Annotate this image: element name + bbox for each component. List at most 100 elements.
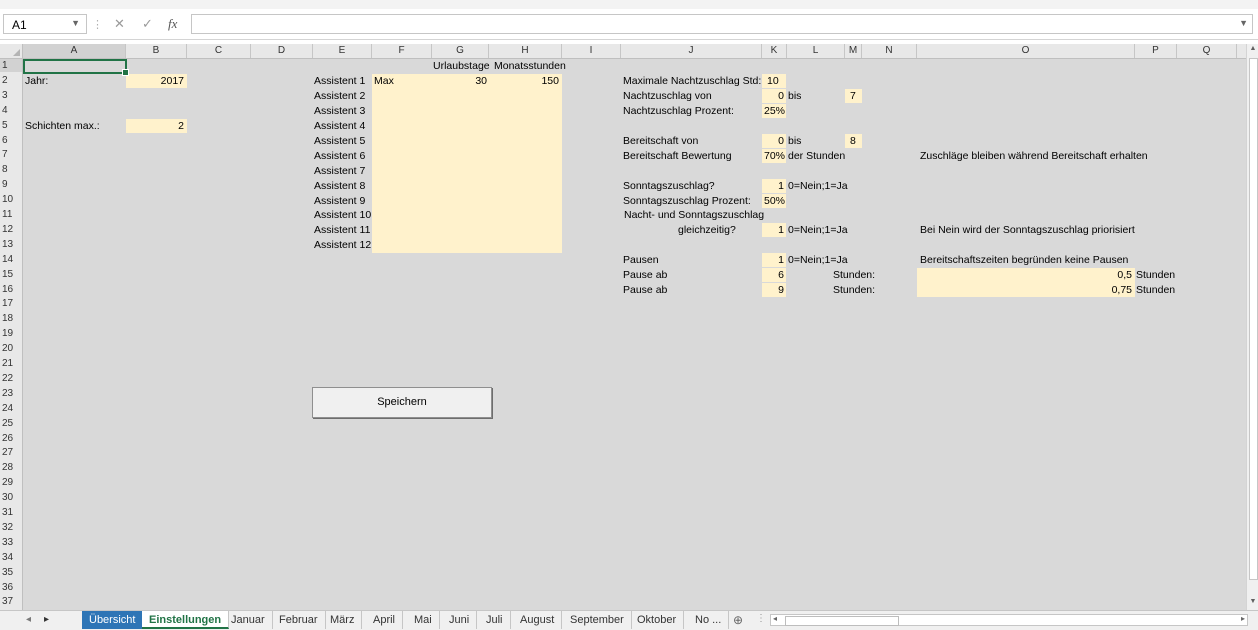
cell-e2[interactable]: Assistent 1 [314,75,365,88]
row-header[interactable]: 17 [0,297,22,310]
cell-o7[interactable]: Zuschläge bleiben während Bereitschaft e… [920,150,1148,163]
cell-e7[interactable]: Assistent 6 [314,150,365,163]
row-header[interactable]: 26 [0,432,22,445]
row-header[interactable]: 15 [0,268,22,281]
chevron-down-icon[interactable]: ▼ [71,18,80,28]
cell-area[interactable]: Urlaubstage Monatsstunden Jahr: 2017 Sch… [23,59,1246,610]
cell-k6[interactable]: 0 [762,135,784,148]
row-header[interactable]: 4 [0,104,22,117]
column-header-m[interactable]: M [845,44,862,58]
row-header[interactable]: 3 [0,89,22,102]
tab-august[interactable]: August [513,611,563,629]
confirm-icon[interactable]: ✓ [142,16,153,32]
row-header[interactable]: 5 [0,119,22,132]
tab-februar[interactable]: Februar [272,611,326,629]
row-header[interactable]: 14 [0,253,22,266]
row-header[interactable]: 23 [0,387,22,400]
row-header[interactable]: 10 [0,193,22,206]
row-header[interactable]: 34 [0,551,22,564]
cell-j16[interactable]: Pause ab [623,284,667,297]
row-header[interactable]: 28 [0,461,22,474]
cell-j9[interactable]: Sonntagszuschlag? [623,180,715,193]
column-header-i[interactable]: I [562,44,621,58]
row-header[interactable]: 27 [0,446,22,459]
cell-j10[interactable]: Sonntagszuschlag Prozent: [623,195,751,208]
column-header-q[interactable]: Q [1177,44,1237,58]
cell-m6[interactable]: 8 [850,135,856,148]
cell-h1[interactable]: Monatsstunden [494,60,566,73]
row-header[interactable]: 32 [0,521,22,534]
select-all-corner[interactable] [0,44,23,58]
cell-j4[interactable]: Nachtzuschlag Prozent: [623,105,734,118]
name-box[interactable]: A1 ▼ [3,14,87,34]
column-header-j[interactable]: J [621,44,762,58]
cell-f2[interactable]: Max [374,75,394,88]
tab-mai[interactable]: Mai [407,611,440,629]
column-header-o[interactable]: O [917,44,1135,58]
row-header[interactable]: 2 [0,74,22,87]
cell-a5[interactable]: Schichten max.: [25,120,100,133]
cell-e5[interactable]: Assistent 4 [314,120,365,133]
cell-k10[interactable]: 50% [764,195,785,208]
cell-m3[interactable]: 7 [850,90,856,103]
vertical-scroll-thumb[interactable] [1249,58,1258,580]
cell-k4[interactable]: 25% [764,105,785,118]
cell-k3[interactable]: 0 [762,90,784,103]
cell-e4[interactable]: Assistent 3 [314,105,365,118]
cell-o14[interactable]: Bereitschaftszeiten begründen keine Paus… [920,254,1128,267]
cell-b5[interactable]: 2 [126,120,184,133]
column-header-h[interactable]: H [489,44,562,58]
assistant-input-block[interactable] [372,74,562,253]
row-header[interactable]: 11 [0,208,22,221]
cell-k15[interactable]: 6 [762,269,784,282]
cancel-icon[interactable]: ✕ [114,16,125,32]
scroll-down-icon[interactable]: ▼ [1248,598,1258,608]
column-header-a[interactable]: A [23,44,126,58]
cell-m16[interactable]: Stunden: [833,284,875,297]
cell-j2[interactable]: Maximale Nachtzuschlag Std: [623,75,761,88]
column-header-l[interactable]: L [787,44,845,58]
tab-scroll-right-icon[interactable]: ▸ [44,614,49,625]
row-header[interactable]: 1 [0,59,22,73]
row-header[interactable]: 8 [0,163,22,176]
cell-o12[interactable]: Bei Nein wird der Sonntagszuschlag prior… [920,224,1135,237]
cell-j7[interactable]: Bereitschaft Bewertung [623,150,732,163]
vertical-scrollbar[interactable]: ▲ ▼ [1246,44,1258,610]
cell-g2[interactable]: 30 [432,75,487,88]
cell-e3[interactable]: Assistent 2 [314,90,365,103]
column-header-b[interactable]: B [126,44,187,58]
insert-function-icon[interactable]: fx [168,16,177,32]
scroll-up-icon[interactable]: ▲ [1248,45,1258,55]
cell-l12[interactable]: 0=Nein;1=Ja [788,224,848,237]
cell-e13[interactable]: Assistent 12 [314,239,371,252]
cell-j14[interactable]: Pausen [623,254,659,267]
row-header[interactable]: 16 [0,283,22,296]
cell-j6[interactable]: Bereitschaft von [623,135,698,148]
cell-h2[interactable]: 150 [489,75,559,88]
tab-januar[interactable]: Januar [224,611,273,629]
cell-g1[interactable]: Urlaubstage [433,60,490,73]
cell-j3[interactable]: Nachtzuschlag von [623,90,712,103]
cell-b2[interactable]: 2017 [126,75,184,88]
tab-juni[interactable]: Juni [442,611,478,629]
column-header-e[interactable]: E [313,44,372,58]
save-button[interactable]: Speichern [312,387,492,418]
cell-k12[interactable]: 1 [762,224,784,237]
horizontal-scroll-thumb[interactable] [785,616,899,626]
row-header[interactable]: 6 [0,134,22,147]
scroll-right-icon[interactable]: ▸ [1241,614,1245,623]
cell-j15[interactable]: Pause ab [623,269,667,282]
row-header[interactable]: 20 [0,342,22,355]
row-header[interactable]: 29 [0,476,22,489]
row-header[interactable]: 22 [0,372,22,385]
tab-scroll-left-icon[interactable]: ◂ [26,614,31,625]
row-header[interactable]: 13 [0,238,22,251]
tab-april[interactable]: April [366,611,404,629]
cell-l3[interactable]: bis [788,90,801,103]
tab-uebersicht[interactable]: Übersicht [82,611,144,629]
column-header-c[interactable]: C [187,44,251,58]
cell-l14[interactable]: 0=Nein;1=Ja [788,254,848,267]
cell-e6[interactable]: Assistent 5 [314,135,365,148]
horizontal-scrollbar[interactable]: ◂ ▸ [770,614,1248,626]
column-header-g[interactable]: G [432,44,489,58]
